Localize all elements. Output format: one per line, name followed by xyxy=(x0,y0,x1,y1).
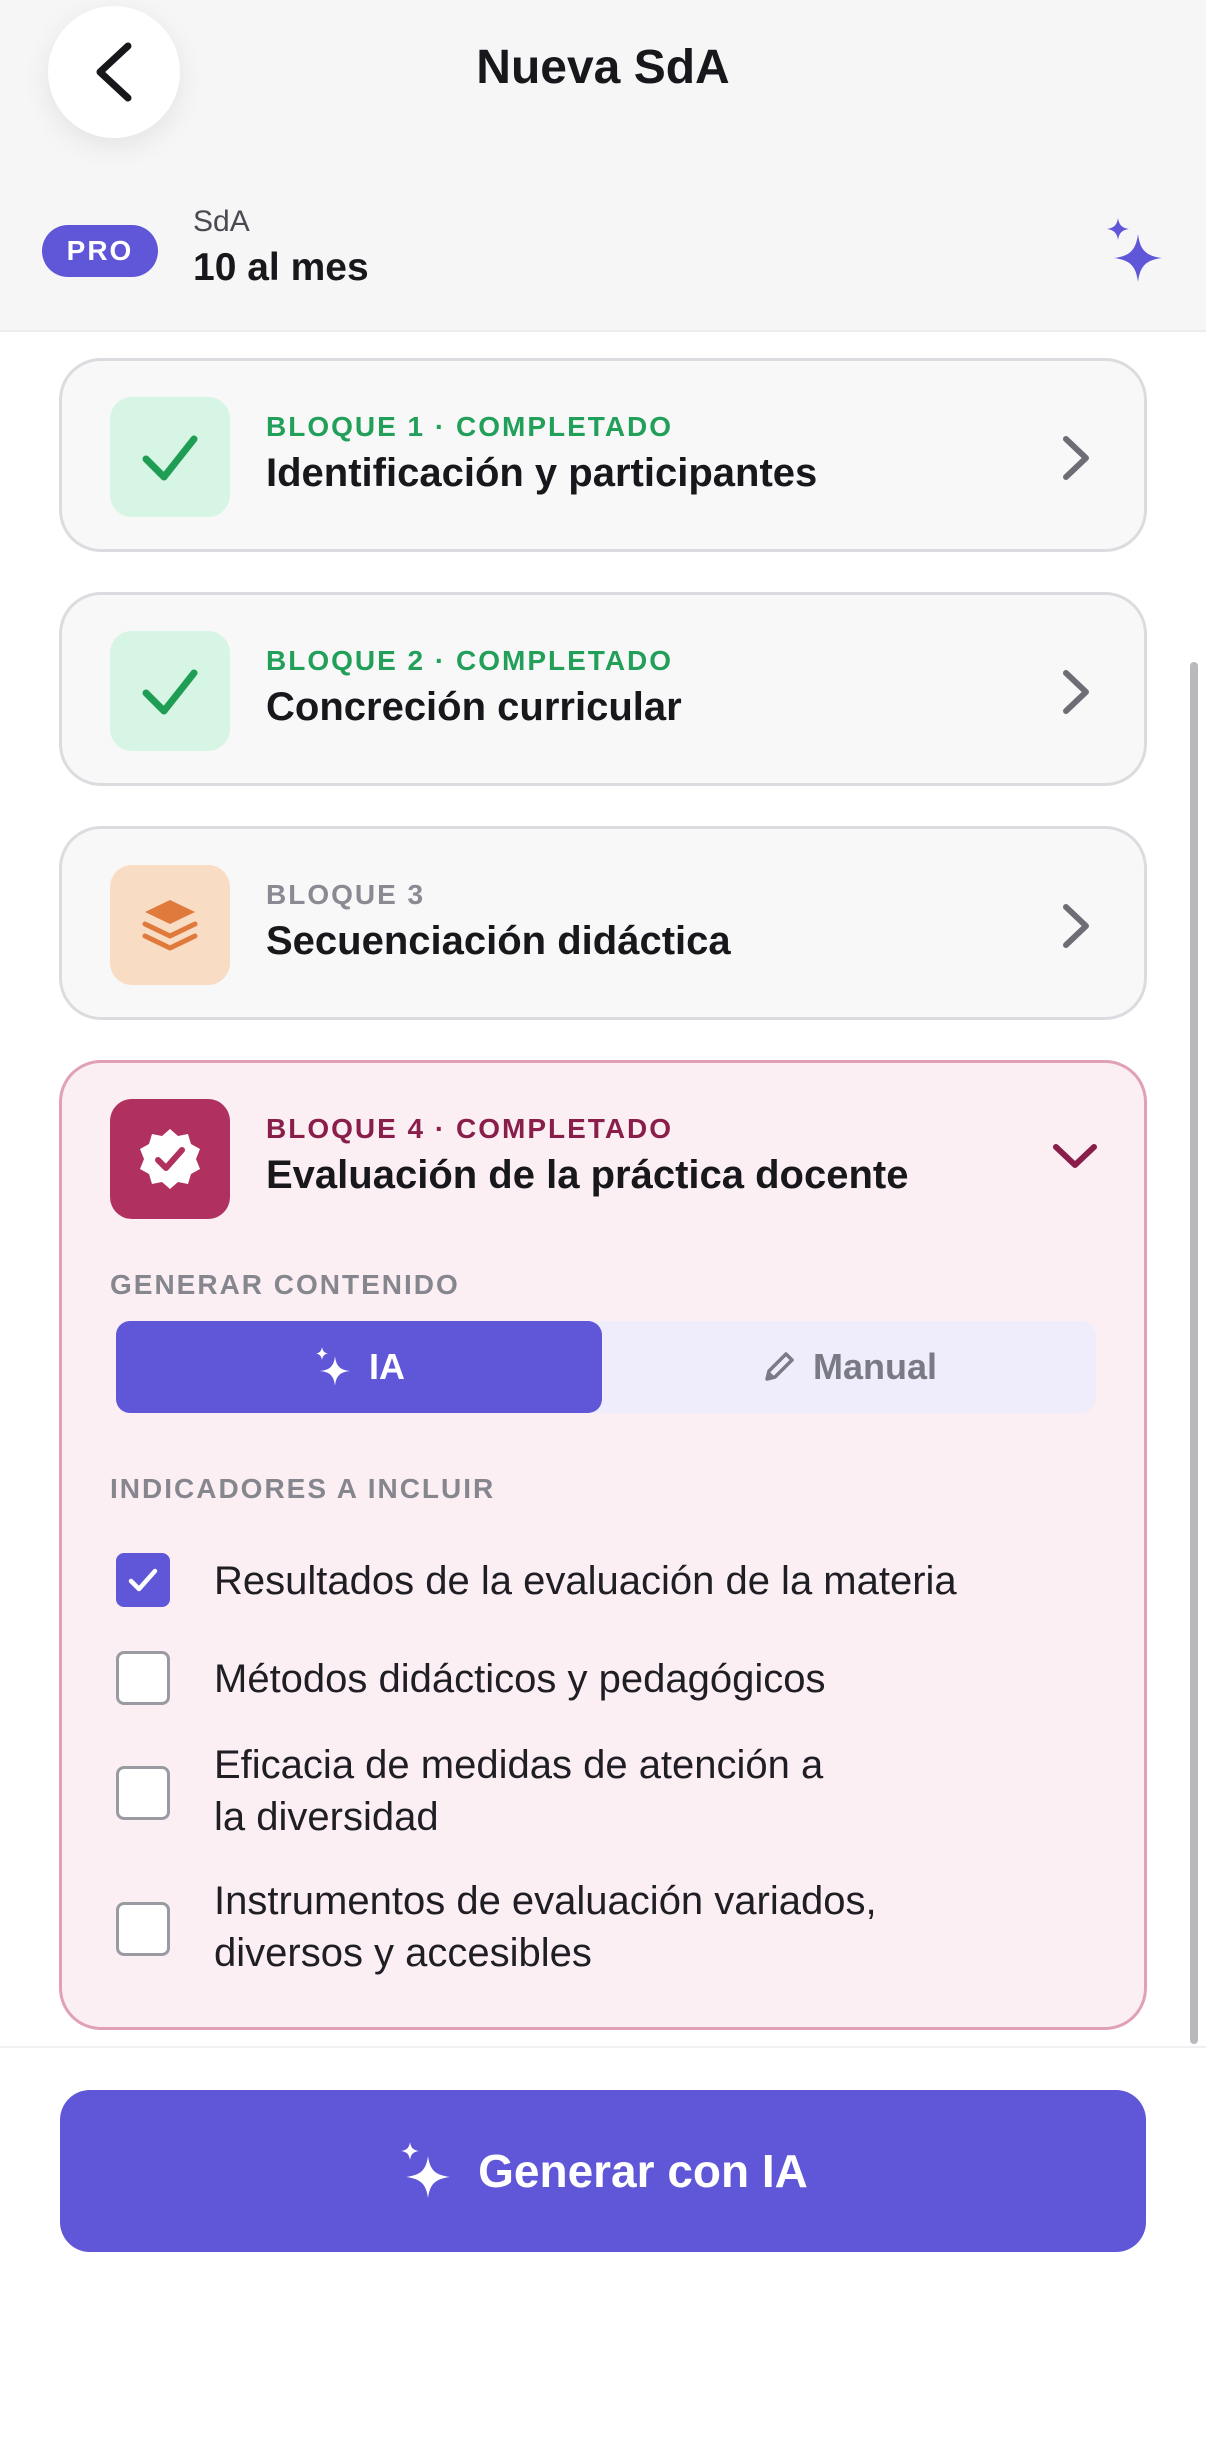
chevron-right-icon xyxy=(1063,904,1089,948)
block-title: Secuenciación didáctica xyxy=(266,919,731,963)
block-1-card[interactable]: BLOQUE 1 · COMPLETADO Identificación y p… xyxy=(59,358,1147,552)
pro-badge: PRO xyxy=(42,225,158,277)
checkbox-checked[interactable] xyxy=(116,1553,170,1607)
mode-ia-label: IA xyxy=(369,1346,405,1387)
block-kicker: BLOQUE 2 · COMPLETADO xyxy=(266,645,674,676)
indicator-row[interactable]: Resultados de la evaluación de la materi… xyxy=(116,1551,1096,1611)
check-icon xyxy=(110,631,230,751)
indicators-label: INDICADORES A INCLUIR xyxy=(110,1473,496,1504)
indicator-label: Resultados de la evaluación de la materi… xyxy=(214,1559,957,1603)
check-icon xyxy=(128,1568,158,1592)
sparkles-icon[interactable] xyxy=(1104,216,1166,286)
quota-label: SdA xyxy=(193,205,250,238)
indicator-label: Eficacia de medidas de atención a la div… xyxy=(214,1743,824,1839)
block-3-card[interactable]: BLOQUE 3 Secuenciación didáctica xyxy=(59,826,1147,1020)
pencil-icon xyxy=(765,1352,794,1381)
indicator-row[interactable]: Métodos didácticos y pedagógicos xyxy=(116,1649,1096,1709)
block-kicker: BLOQUE 1 · COMPLETADO xyxy=(266,411,674,442)
quota-value: 10 al mes xyxy=(193,246,369,289)
block-2-card[interactable]: BLOQUE 2 · COMPLETADO Concreción curricu… xyxy=(59,592,1147,786)
block-kicker: BLOQUE 4 · COMPLETADO xyxy=(266,1113,674,1144)
block-title: Identificación y participantes xyxy=(266,451,818,495)
verified-badge-icon xyxy=(110,1099,230,1219)
chevron-right-icon xyxy=(1063,670,1089,714)
indicator-label: Instrumentos de evaluación variados, div… xyxy=(214,1879,877,1975)
scrollbar[interactable] xyxy=(1190,662,1198,2044)
generate-with-ai-button[interactable]: Generar con IA xyxy=(60,2090,1146,2252)
block-4-card: BLOQUE 4 · COMPLETADO Evaluación de la p… xyxy=(59,1060,1147,2030)
indicator-label: Métodos didácticos y pedagógicos xyxy=(214,1657,826,1701)
top-bar: Nueva SdA PRO SdA 10 al mes xyxy=(0,0,1206,332)
mode-ia-tab[interactable]: IA xyxy=(116,1321,602,1413)
blocks-list: BLOQUE 1 · COMPLETADO Identificación y p… xyxy=(0,334,1206,2046)
mode-manual-label: Manual xyxy=(812,1346,937,1387)
sparkles-icon xyxy=(401,2142,451,2198)
chevron-right-icon xyxy=(1063,436,1089,480)
indicator-row[interactable]: Instrumentos de evaluación variados, div… xyxy=(116,1875,1096,1985)
chevron-down-icon[interactable] xyxy=(1050,1137,1100,1177)
checkbox[interactable] xyxy=(116,1902,170,1956)
mode-manual-tab[interactable]: Manual xyxy=(602,1321,1096,1413)
page-title: Nueva SdA xyxy=(476,41,730,94)
sparkles-icon xyxy=(316,1347,350,1386)
check-icon xyxy=(110,397,230,517)
block-title: Evaluación de la práctica docente xyxy=(266,1153,909,1197)
checkbox[interactable] xyxy=(116,1766,170,1820)
block-title: Concreción curricular xyxy=(266,685,682,729)
bottom-action-area: Generar con IA xyxy=(0,2046,1206,2442)
layers-icon xyxy=(110,865,230,985)
checkbox[interactable] xyxy=(116,1651,170,1705)
indicator-row[interactable]: Eficacia de medidas de atención a la div… xyxy=(116,1739,1096,1849)
block-kicker: BLOQUE 3 xyxy=(266,879,426,910)
generate-content-label: GENERAR CONTENIDO xyxy=(110,1269,460,1300)
mode-segmented-control: IA Manual xyxy=(116,1321,1096,1413)
generate-button-label: Generar con IA xyxy=(478,2145,808,2197)
